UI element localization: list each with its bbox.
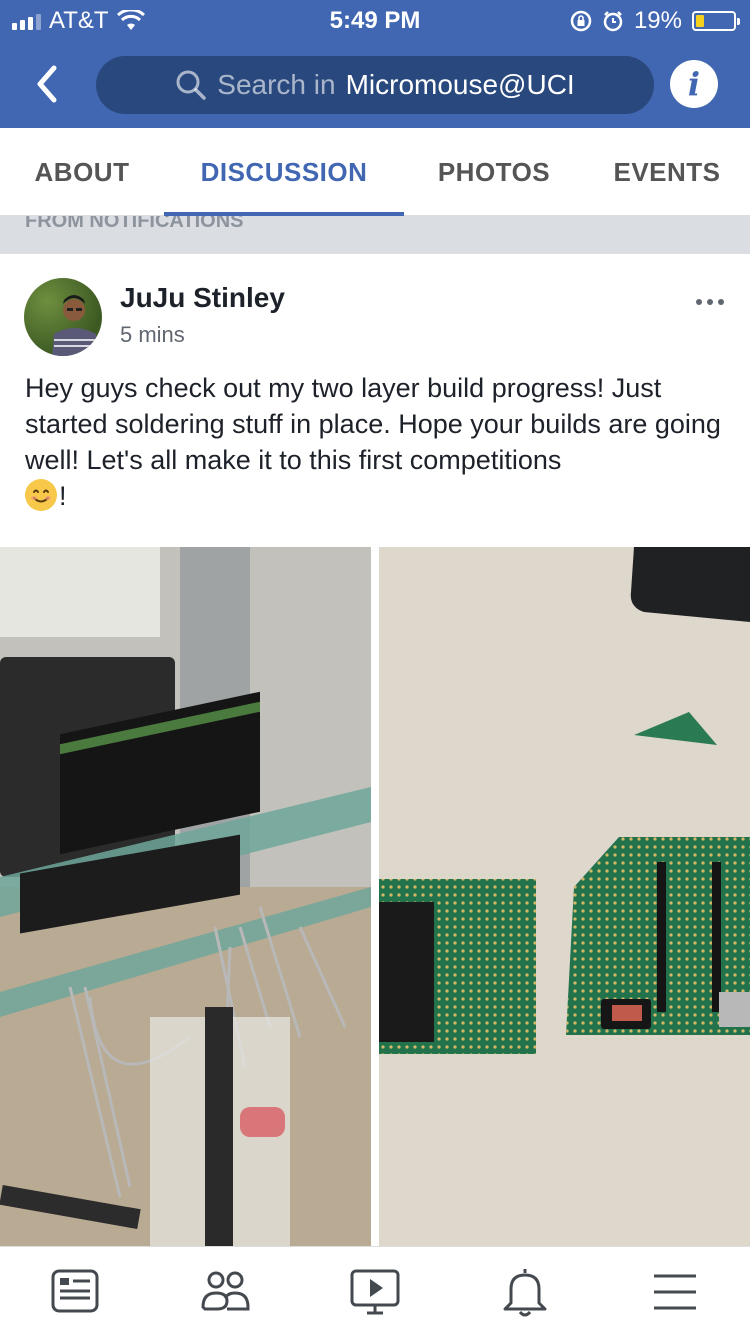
dot-icon	[696, 299, 702, 305]
back-button[interactable]	[30, 62, 66, 106]
group-tabs: ABOUT DISCUSSION PHOTOS EVENTS	[0, 128, 750, 216]
app-header: AT&T 5:49 PM 19% Search in Micromouse@UC…	[0, 0, 750, 128]
groups-tab[interactable]	[195, 1265, 255, 1319]
menu-tab[interactable]	[645, 1265, 705, 1319]
news-feed-icon	[51, 1269, 99, 1313]
post-options-button[interactable]	[690, 290, 730, 314]
alarm-icon	[603, 11, 623, 32]
post-photo-2[interactable]	[379, 547, 750, 1246]
groups-icon	[201, 1271, 250, 1311]
dot-icon	[707, 299, 713, 305]
tab-discussion[interactable]: DISCUSSION	[164, 128, 404, 216]
post-body: Hey guys check out my two layer build pr…	[25, 370, 725, 514]
post-timestamp[interactable]: 5 mins	[120, 322, 185, 348]
post-author[interactable]: JuJu Stinley	[120, 282, 285, 314]
video-icon	[350, 1269, 400, 1315]
notifications-section-header: FROM NOTIFICATIONS	[0, 216, 750, 254]
chevron-left-icon	[37, 65, 57, 103]
news-feed-tab[interactable]	[45, 1265, 105, 1319]
status-bar: AT&T 5:49 PM 19%	[0, 0, 750, 40]
search-icon	[176, 70, 207, 100]
tab-events[interactable]: EVENTS	[584, 128, 750, 216]
video-tab[interactable]	[345, 1265, 405, 1319]
avatar[interactable]	[24, 278, 102, 356]
post-photo-1[interactable]	[0, 547, 371, 1246]
search-group-name: Micromouse@UCI	[345, 69, 575, 100]
tab-photos[interactable]: PHOTOS	[404, 128, 584, 216]
smiling-face-emoji-icon	[25, 479, 57, 511]
two-layer-build-photo	[0, 547, 371, 1246]
post-card: JuJu Stinley 5 mins Hey guys check out m…	[0, 254, 750, 1246]
notifications-label: FROM NOTIFICATIONS	[25, 216, 244, 232]
notifications-icon	[503, 1269, 547, 1317]
tab-about[interactable]: ABOUT	[0, 128, 164, 216]
bottom-tab-bar	[0, 1246, 750, 1334]
info-icon: i	[687, 65, 701, 103]
post-text-suffix: !	[59, 481, 67, 511]
battery-icon	[692, 11, 740, 31]
search-prefix: Search in	[217, 69, 336, 100]
search-input[interactable]: Search in Micromouse@UCI	[96, 56, 654, 114]
post-text: Hey guys check out my two layer build pr…	[25, 373, 721, 475]
menu-icon	[654, 1274, 696, 1310]
info-button[interactable]: i	[670, 60, 718, 108]
dot-icon	[718, 299, 724, 305]
notifications-tab[interactable]	[495, 1265, 555, 1319]
rotation-lock-icon	[570, 10, 592, 32]
pcb-boards-photo	[379, 547, 750, 1246]
avatar-portrait	[52, 295, 98, 356]
battery-percent: 19%	[633, 7, 682, 34]
